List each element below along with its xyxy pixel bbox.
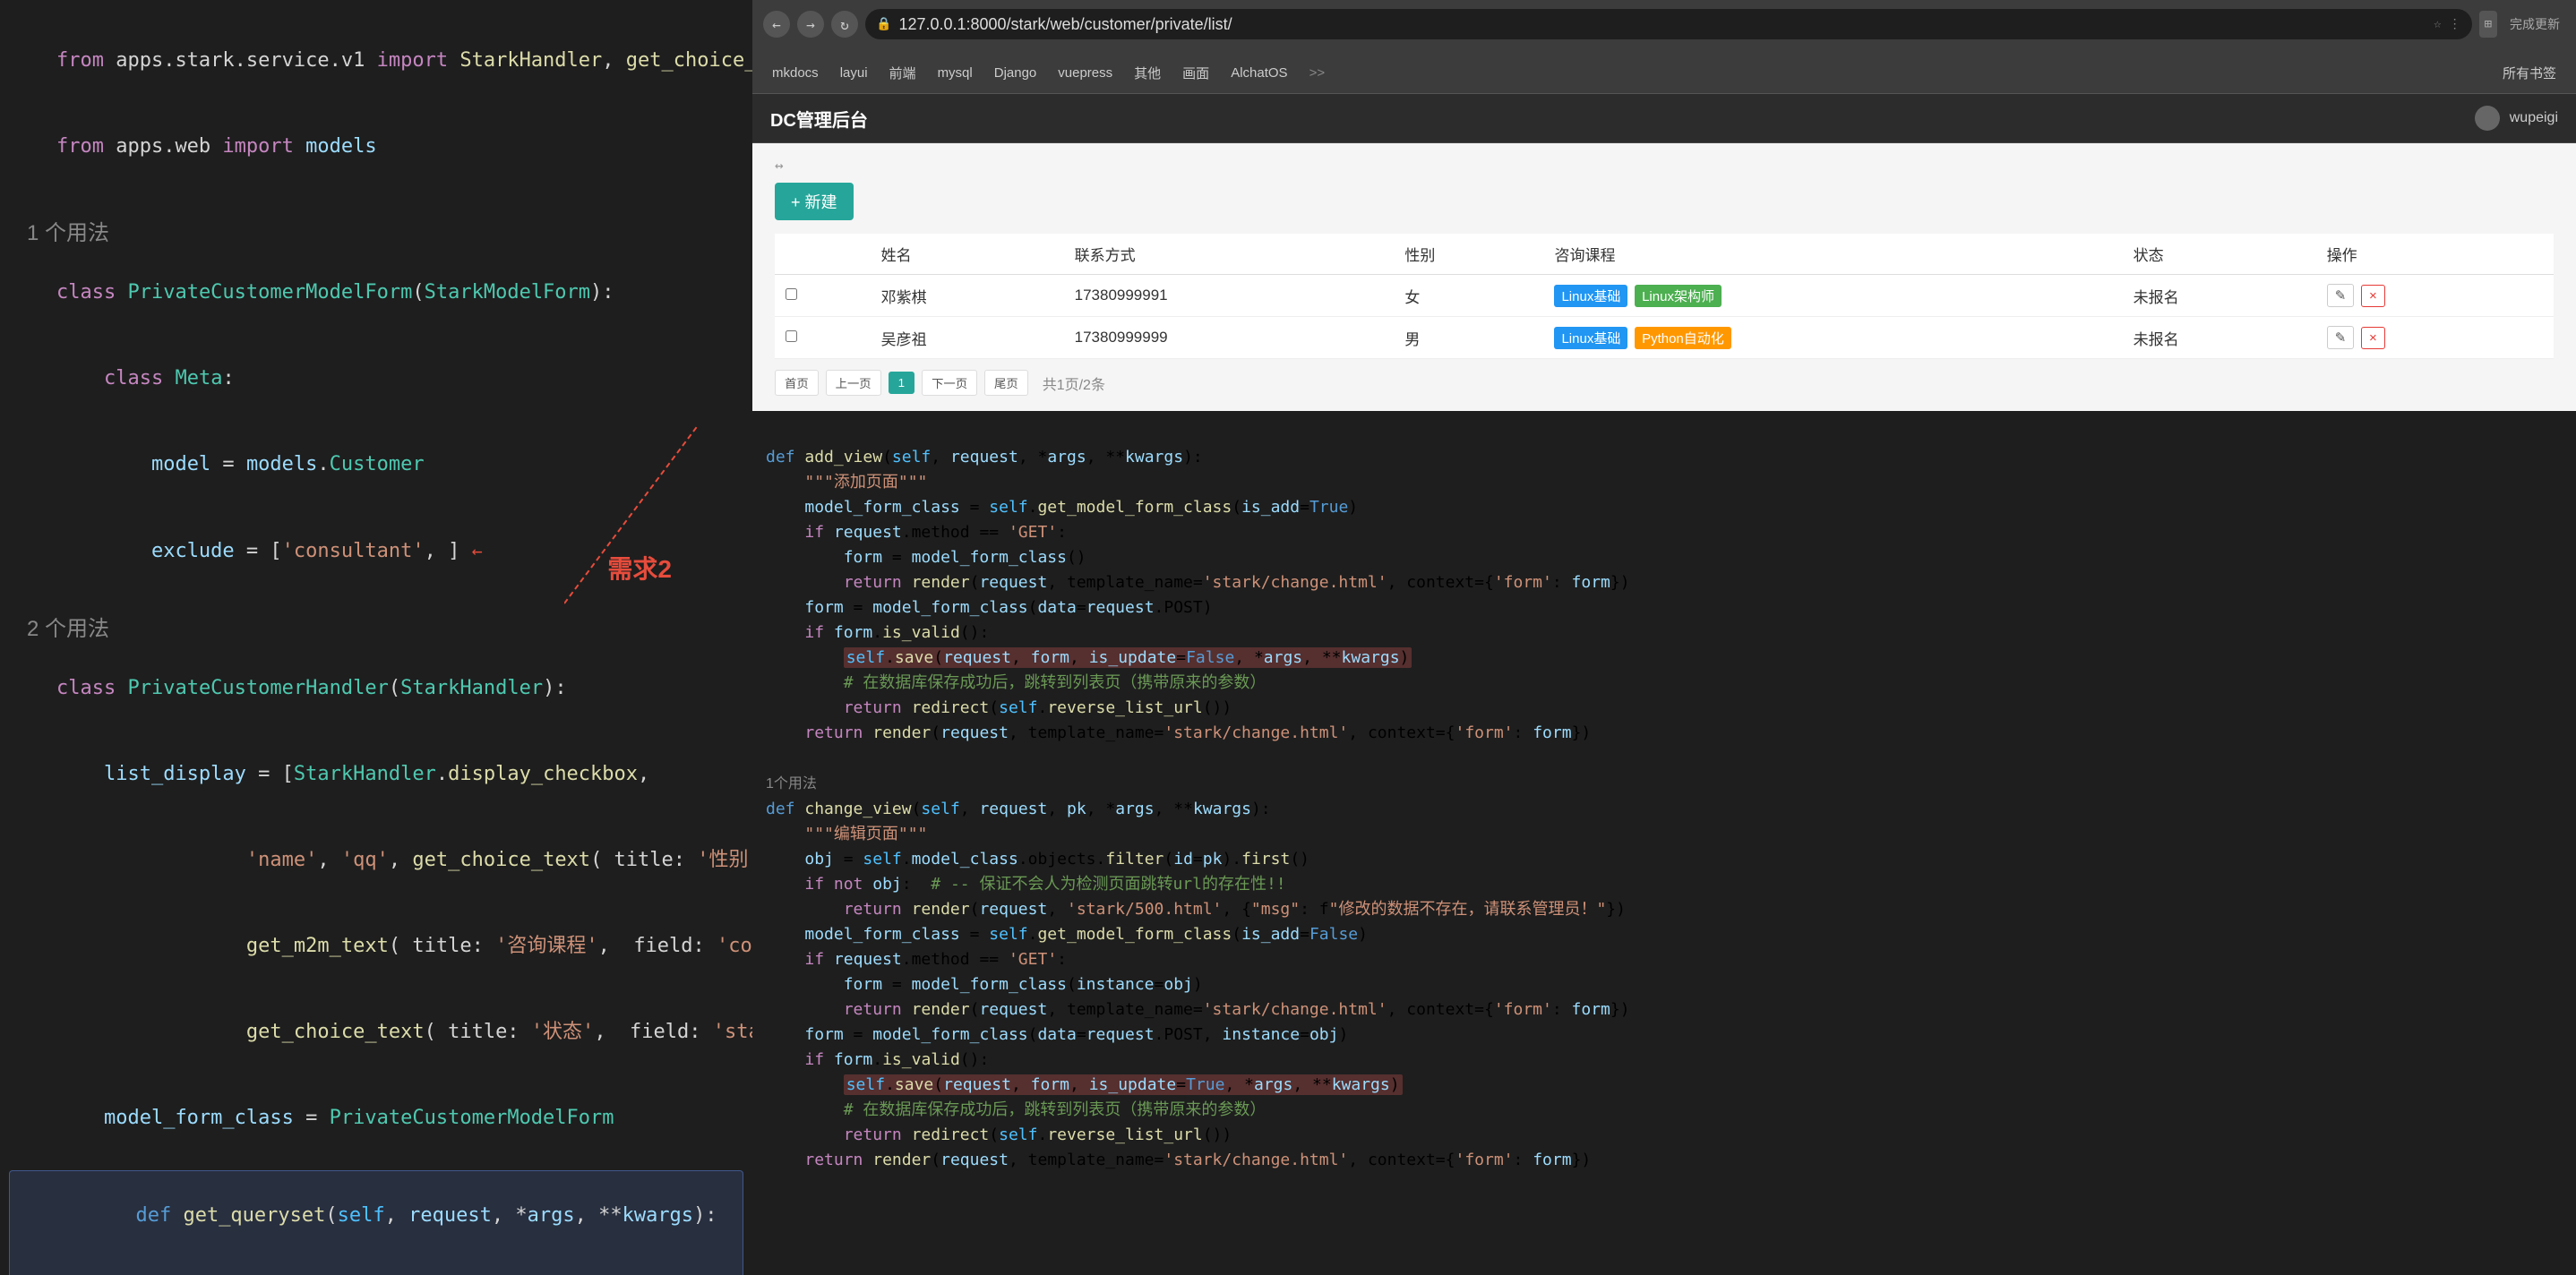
bookmark-layui[interactable]: layui xyxy=(831,62,877,84)
bookmark-mysql[interactable]: mysql xyxy=(929,62,982,84)
bookmark-frontend[interactable]: 前端 xyxy=(880,60,925,86)
class2-list4: get_choice_text( title: '状态', field: 'st… xyxy=(9,989,743,1075)
more-bookmarks[interactable]: >> xyxy=(1301,62,1335,84)
col-courses: 咨询课程 xyxy=(1543,234,2122,275)
status-cell: 未报名 xyxy=(2123,275,2316,317)
get-queryset-block: def get_queryset(self, request, *args, *… xyxy=(9,1170,743,1275)
browser-chrome: ← → ↻ 🔒 127.0.0.1:8000/stark/web/custome… xyxy=(752,0,2576,94)
class2-def: class PrivateCustomerHandler(StarkHandle… xyxy=(9,646,743,732)
courses-cell: Linux基础 Python自动化 xyxy=(1543,317,2122,359)
class2-list2: 'name', 'qq', get_choice_text( title: '性… xyxy=(9,817,743,903)
all-bookmarks[interactable]: 所有书签 xyxy=(2494,60,2565,86)
contact-cell: 17380999999 xyxy=(1064,317,1395,359)
star-icon: ☆ xyxy=(2434,17,2441,31)
bookmarks-bar: mkdocs layui 前端 mysql Django vuepress 其他… xyxy=(752,49,2576,93)
edit-button-1[interactable]: ✎ xyxy=(2327,284,2355,307)
options-icon: ⋮ xyxy=(2449,17,2461,31)
avatar xyxy=(2475,106,2500,131)
col-status: 状态 xyxy=(2123,234,2316,275)
class1-model: model = models.Customer xyxy=(9,422,743,508)
code-section: def add_view(self, request, *args, **kwa… xyxy=(752,411,2576,1275)
row-checkbox-1[interactable] xyxy=(786,288,797,300)
class1-meta: class Meta: xyxy=(9,336,743,422)
table-row: 邓紫棋 17380999991 女 Linux基础 Linux架构师 未报名 ✎… xyxy=(775,275,2554,317)
tag-python: Python自动化 xyxy=(1635,327,1731,349)
class2-mform: model_form_class = PrivateCustomerModelF… xyxy=(9,1075,743,1161)
col-gender: 性别 xyxy=(1394,234,1543,275)
bookmark-mkdocs[interactable]: mkdocs xyxy=(763,62,828,84)
pagination: 首页 上一页 1 下一页 尾页 共1页/2条 xyxy=(775,359,2554,406)
actions-cell: ✎ × xyxy=(2316,317,2554,359)
delete-button-1[interactable]: × xyxy=(2361,285,2385,307)
bookmark-draw[interactable]: 画面 xyxy=(1173,60,1218,86)
row-checkbox-2[interactable] xyxy=(786,330,797,342)
user-info: wupeigi xyxy=(2475,106,2558,131)
edit-button-2[interactable]: ✎ xyxy=(2327,326,2355,349)
last-page-btn[interactable]: 尾页 xyxy=(984,370,1028,396)
delete-button-2[interactable]: × xyxy=(2361,327,2385,349)
class2-list1: list_display = [StarkHandler.display_che… xyxy=(9,732,743,817)
address-bar[interactable]: 🔒 127.0.0.1:8000/stark/web/customer/priv… xyxy=(865,9,2472,39)
section1-label: 1 个用法 xyxy=(27,215,743,246)
customer-table: 姓名 联系方式 性别 咨询课程 状态 操作 邓紫棋 17380999991 xyxy=(775,234,2554,359)
url-text: 127.0.0.1:8000/stark/web/customer/privat… xyxy=(898,15,2426,34)
code-add-view: def add_view(self, request, *args, **kwa… xyxy=(766,420,2563,1198)
tag-linux-basic: Linux基础 xyxy=(1554,285,1627,307)
bookmark-other[interactable]: 其他 xyxy=(1125,60,1170,86)
browser-nav: ← → ↻ 🔒 127.0.0.1:8000/stark/web/custome… xyxy=(752,0,2576,49)
section2-label: 2 个用法 xyxy=(27,611,743,642)
prev-page-btn[interactable]: 上一页 xyxy=(826,370,881,396)
import-line-1: from apps.stark.service.v1 import StarkH… xyxy=(9,18,743,104)
webapp-content: DC管理后台 wupeigi ↔ + 新建 姓名 联系方式 性 xyxy=(752,94,2576,1275)
browser-panel: ← → ↻ 🔒 127.0.0.1:8000/stark/web/custome… xyxy=(752,0,2576,1275)
expand-icon[interactable]: ↔ xyxy=(775,157,2554,174)
refresh-button[interactable]: ↻ xyxy=(831,11,858,38)
page-info: 共1页/2条 xyxy=(1043,372,1105,394)
table-row: 吴彦祖 17380999999 男 Linux基础 Python自动化 未报名 … xyxy=(775,317,2554,359)
code-editor: from apps.stark.service.v1 import StarkH… xyxy=(0,0,752,1275)
tag-linux-arch: Linux架构师 xyxy=(1635,285,1722,307)
name-cell: 吴彦祖 xyxy=(871,317,1064,359)
gender-cell: 女 xyxy=(1394,275,1543,317)
customer-list-section: ↔ + 新建 姓名 联系方式 性别 咨询课程 状态 操作 xyxy=(752,143,2576,411)
class2-list3: get_m2m_text( title: '咨询课程', field: 'cou… xyxy=(9,903,743,989)
bookmark-vuepress[interactable]: vuepress xyxy=(1049,62,1121,84)
complete-update-label: 完成更新 xyxy=(2504,15,2565,33)
webapp-title: DC管理后台 xyxy=(770,106,868,132)
col-name: 姓名 xyxy=(871,234,1064,275)
page-1-btn[interactable]: 1 xyxy=(889,372,914,394)
col-contact: 联系方式 xyxy=(1064,234,1395,275)
bookmark-django[interactable]: Django xyxy=(985,62,1046,84)
first-page-btn[interactable]: 首页 xyxy=(775,370,819,396)
bookmark-alchat[interactable]: AlchatOS xyxy=(1222,62,1296,84)
username: wupeigi xyxy=(2510,110,2558,125)
extensions-btn[interactable]: ⊞ xyxy=(2479,11,2497,38)
new-button[interactable]: + 新建 xyxy=(775,183,854,220)
col-checkbox xyxy=(775,234,871,275)
actions-cell: ✎ × xyxy=(2316,275,2554,317)
next-page-btn[interactable]: 下一页 xyxy=(922,370,977,396)
webapp-header: DC管理后台 wupeigi xyxy=(752,94,2576,143)
gender-cell: 男 xyxy=(1394,317,1543,359)
status-cell: 未报名 xyxy=(2123,317,2316,359)
import-line-2: from apps.web import models xyxy=(9,104,743,190)
col-actions: 操作 xyxy=(2316,234,2554,275)
back-button[interactable]: ← xyxy=(763,11,790,38)
name-cell: 邓紫棋 xyxy=(871,275,1064,317)
courses-cell: Linux基础 Linux架构师 xyxy=(1543,275,2122,317)
class1-def: class PrivateCustomerModelForm(StarkMode… xyxy=(9,250,743,336)
forward-button[interactable]: → xyxy=(797,11,824,38)
lock-icon: 🔒 xyxy=(876,17,891,31)
contact-cell: 17380999991 xyxy=(1064,275,1395,317)
tag-linux-basic-2: Linux基础 xyxy=(1554,327,1627,349)
annotation-2: 需求2 xyxy=(607,550,672,586)
